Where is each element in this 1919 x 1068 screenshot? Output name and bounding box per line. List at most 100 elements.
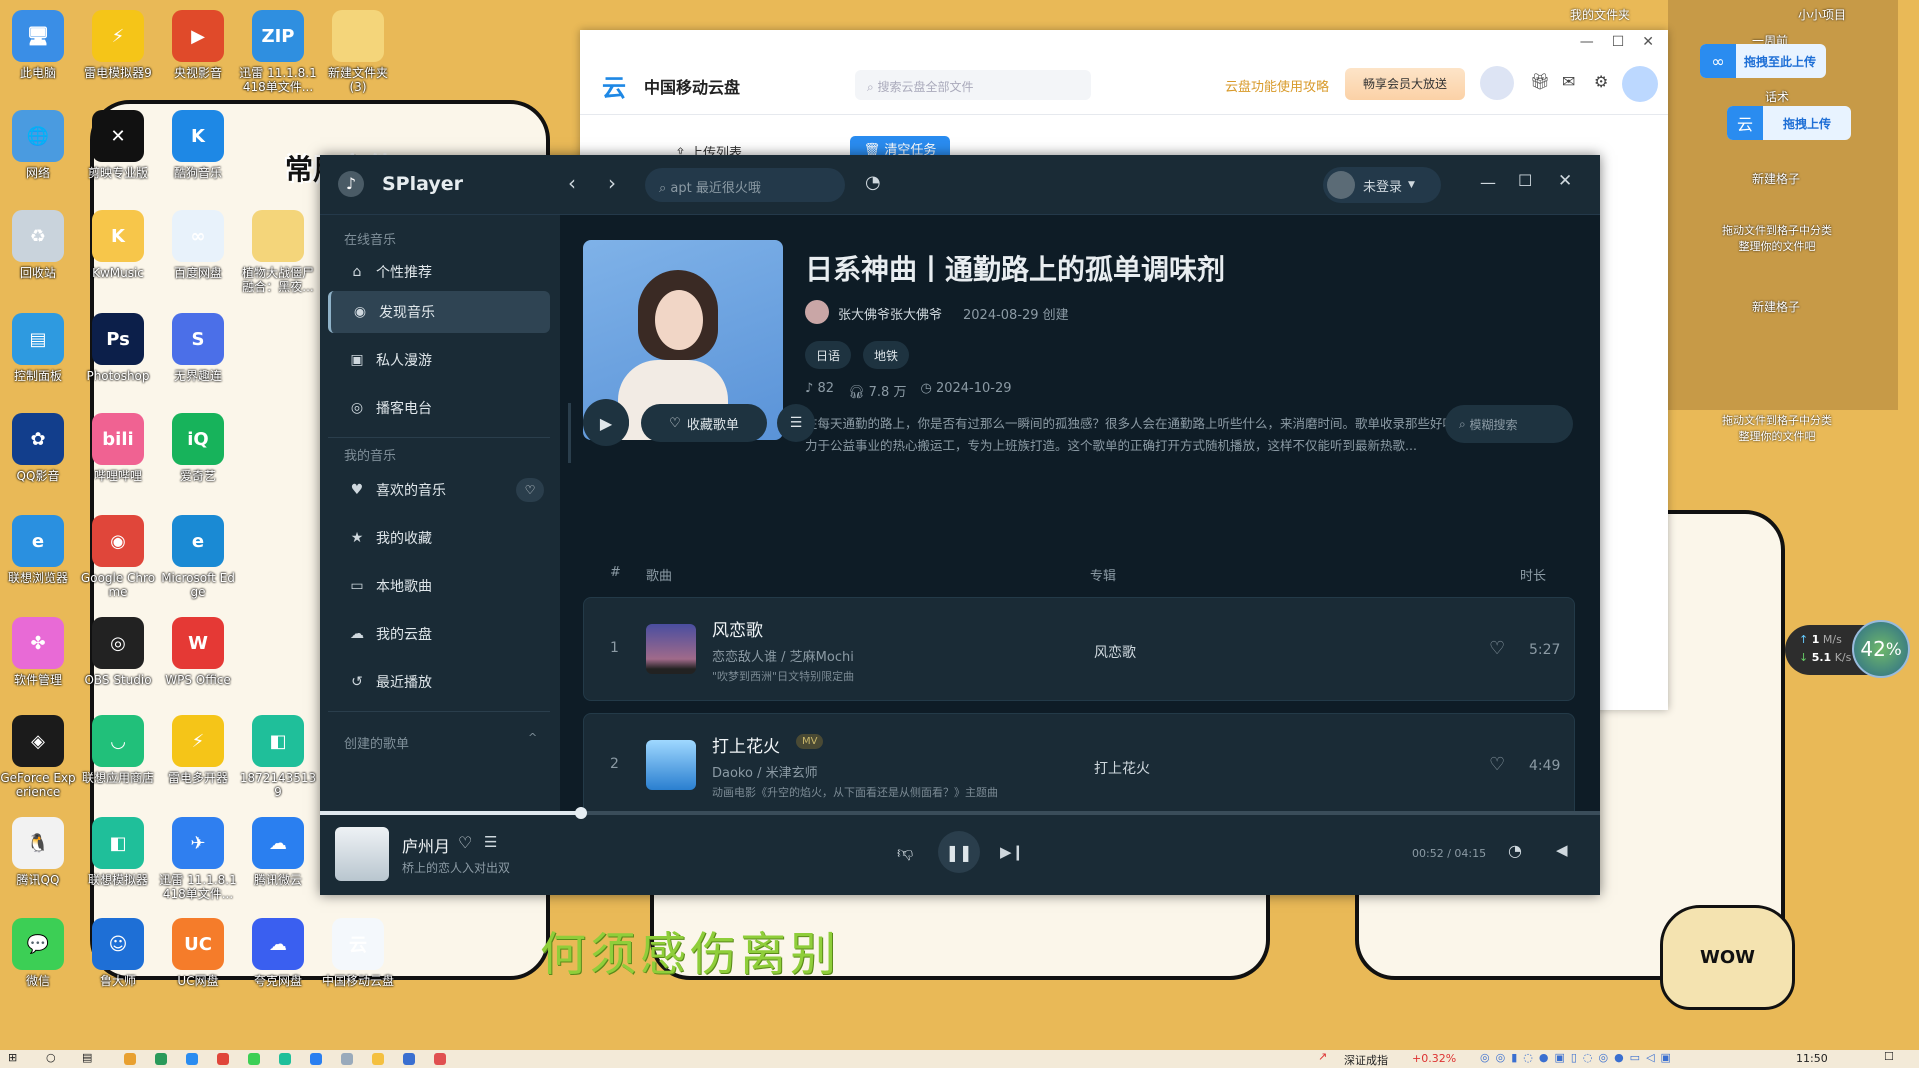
taskbar-app-icon[interactable] xyxy=(248,1053,260,1065)
minimize-button[interactable]: — xyxy=(1480,173,1496,192)
file-huashu[interactable]: 话术 xyxy=(1765,88,1789,105)
desktop-icon[interactable]: Ps Photoshop xyxy=(78,313,158,383)
back-button[interactable]: ‹ xyxy=(568,171,576,195)
sidebar-item-recommend[interactable]: ⌂ 个性推荐 xyxy=(328,251,550,293)
taskbar-app-icon[interactable] xyxy=(434,1053,446,1065)
desktop-icon[interactable]: ◉ Google Chrome xyxy=(78,515,158,599)
taskbar-app-icon[interactable] xyxy=(403,1053,415,1065)
cmcc-upload-float[interactable]: 云 拖拽上传 xyxy=(1727,106,1851,140)
desktop-icon[interactable]: e Microsoft Edge xyxy=(158,515,238,599)
task-view-icon[interactable]: ▤ xyxy=(82,1051,92,1064)
ai-assistant-icon[interactable] xyxy=(1622,66,1658,102)
desktop-icon[interactable]: iQ 爱奇艺 xyxy=(158,413,238,483)
sidebar-item-collection[interactable]: ★ 我的收藏 xyxy=(328,517,550,559)
desktop-icon[interactable]: 植物大战僵尸融合：黑夜... xyxy=(238,210,318,294)
desktop-icon[interactable]: ZIP 迅雷 11.1.8.1418单文件... xyxy=(238,10,318,94)
volume-icon[interactable]: ◀ xyxy=(1556,841,1568,859)
taskbar-app-icon[interactable] xyxy=(217,1053,229,1065)
cloud-search-input[interactable]: ⌕ 搜索云盘全部文件 xyxy=(855,70,1091,100)
sidebar-item-discover[interactable]: ◉ 发现音乐 xyxy=(328,291,550,333)
playback-speed-icon[interactable]: ◔ xyxy=(1508,841,1522,860)
song-artists[interactable]: 恋恋敌人谁 / 芝麻Mochi xyxy=(712,646,854,665)
close-button[interactable]: ✕ xyxy=(1558,171,1572,191)
taskbar-app-icon[interactable] xyxy=(310,1053,322,1065)
desktop-icon[interactable]: 💬 微信 xyxy=(0,918,78,988)
play-all-button[interactable]: ▶ xyxy=(583,400,629,446)
now-playing-like-icon[interactable]: ♡ xyxy=(458,833,472,852)
forward-button[interactable]: › xyxy=(608,171,616,195)
next-button[interactable]: ▶❙ xyxy=(1000,843,1024,861)
creator-avatar[interactable] xyxy=(805,300,829,324)
desktop-icon[interactable]: ⚡ 雷电多开器 xyxy=(158,715,238,785)
desktop-icon[interactable]: ✈ 迅雷 11.1.8.1418单文件... xyxy=(158,817,238,901)
stock-change[interactable]: +0.32% xyxy=(1412,1052,1456,1065)
song-row[interactable]: 1 风恋歌 恋恋敌人谁 / 芝麻Mochi "吹梦到西洲"日文特别限定曲 风恋歌… xyxy=(583,597,1575,701)
taskbar-app-icon[interactable] xyxy=(279,1053,291,1065)
user-avatar[interactable] xyxy=(1480,66,1514,100)
section-created-playlists[interactable]: 创建的歌单 xyxy=(344,733,409,752)
pause-button[interactable]: ❚❚ xyxy=(938,831,980,873)
song-album[interactable]: 风恋歌 xyxy=(1094,642,1136,662)
dislike-button[interactable]: 👎︎ xyxy=(897,843,913,863)
sidebar-item-podcast[interactable]: ◎ 播客电台 xyxy=(328,387,550,429)
more-options-button[interactable]: ☰ xyxy=(777,404,815,442)
guide-link[interactable]: 云盘功能使用攻略 xyxy=(1225,76,1329,95)
now-playing-title[interactable]: 庐州月 xyxy=(402,833,450,857)
desktop-icon[interactable]: 新建文件夹 (3) xyxy=(318,10,398,94)
collect-playlist-button[interactable]: ♡ 收藏歌单 xyxy=(641,404,767,442)
fuzzy-search-input[interactable]: ⌕ 模糊搜索 xyxy=(1445,405,1573,443)
stock-name[interactable]: 深证成指 xyxy=(1344,1052,1388,1068)
clock[interactable]: 11:50 xyxy=(1796,1052,1828,1065)
github-icon[interactable]: ◔ xyxy=(865,172,881,193)
desktop-icon[interactable]: W WPS Office xyxy=(158,617,238,687)
tray-icons[interactable]: ◎◎▮◌●▣▯◌◎●▭◁▣ xyxy=(1480,1051,1677,1064)
sidebar-item-recent[interactable]: ↺ 最近播放 xyxy=(328,661,550,703)
desktop-icon[interactable]: ◧ 18721435139 xyxy=(238,715,318,799)
start-button[interactable]: ⊞ xyxy=(8,1051,17,1064)
close-button[interactable]: ✕ xyxy=(1642,34,1654,50)
taskbar-app-icon[interactable] xyxy=(124,1053,136,1065)
taskbar-app-icon[interactable] xyxy=(341,1053,353,1065)
now-playing-menu-icon[interactable]: ☰ xyxy=(484,833,497,851)
sidebar-item-cloud[interactable]: ☁ 我的云盘 xyxy=(328,613,550,655)
desktop-icon[interactable]: bili 哔哩哔哩 xyxy=(78,413,158,483)
desktop-icon[interactable]: ✿ QQ影音 xyxy=(0,413,78,483)
taskbar-app-icon[interactable] xyxy=(186,1053,198,1065)
taskbar-app-icon[interactable] xyxy=(372,1053,384,1065)
song-row[interactable]: 2 打上花火 MV Daoko / 米津玄师 动画电影《升空的焰火，从下面看还是… xyxy=(583,713,1575,813)
desktop-icon[interactable]: ∞ 百度网盘 xyxy=(158,210,238,280)
desktop-icon[interactable]: ☁ 夸克网盘 xyxy=(238,918,318,988)
tag-subway[interactable]: 地铁 xyxy=(863,341,909,369)
song-artists[interactable]: Daoko / 米津玄师 xyxy=(712,762,818,781)
like-heart-icon[interactable]: ♡ xyxy=(1489,754,1505,775)
maximize-button[interactable]: ☐ xyxy=(1518,171,1532,190)
settings-icon[interactable]: ⚙ xyxy=(1594,72,1608,91)
desktop-icon[interactable]: e 联想浏览器 xyxy=(0,515,78,585)
sidebar-item-local[interactable]: ▭ 本地歌曲 xyxy=(328,565,550,607)
splayer-search-input[interactable]: ⌕ apt 最近很火哦 xyxy=(645,168,845,202)
sidebar-item-liked[interactable]: ♥ 喜欢的音乐 ♡ xyxy=(328,469,550,511)
desktop-icon[interactable]: ◈ GeForce Experience xyxy=(0,715,78,799)
like-heart-icon[interactable]: ♡ xyxy=(1489,638,1505,659)
heartbeat-mode-button[interactable]: ♡ xyxy=(516,478,544,502)
promo-button[interactable]: 畅享会员大放送 xyxy=(1345,68,1465,100)
mv-badge[interactable]: MV xyxy=(796,734,824,749)
now-playing-cover[interactable] xyxy=(335,827,389,881)
maximize-button[interactable]: ☐ xyxy=(1612,34,1625,50)
chevron-up-icon[interactable]: ^ xyxy=(528,731,537,744)
taskbar-app-icon[interactable] xyxy=(155,1053,167,1065)
song-album[interactable]: 打上花火 xyxy=(1094,758,1150,778)
notification-icon[interactable]: ☐ xyxy=(1884,1050,1894,1063)
minimize-button[interactable]: — xyxy=(1580,34,1594,50)
desktop-icon[interactable]: ✤ 软件管理 xyxy=(0,617,78,687)
net-speed-widget[interactable]: ↑ 1 M/s ↓ 5.1 K/s 42% xyxy=(1785,620,1910,678)
desktop-icon[interactable]: 🐧 腾讯QQ xyxy=(0,817,78,887)
desktop-icon[interactable]: ⚡ 雷电模拟器9 xyxy=(78,10,158,80)
desktop-icon[interactable]: S 无界趣连 xyxy=(158,313,238,383)
progress-handle[interactable] xyxy=(575,807,588,819)
desktop-icon[interactable]: 🖥 此电脑 xyxy=(0,10,78,80)
desktop-icon[interactable]: ☁ 腾讯微云 xyxy=(238,817,318,887)
mail-icon[interactable]: ✉ xyxy=(1562,72,1575,91)
user-menu[interactable]: 未登录 ▼ xyxy=(1323,167,1441,203)
sidebar-item-personal-fm[interactable]: ▣ 私人漫游 xyxy=(328,339,550,381)
